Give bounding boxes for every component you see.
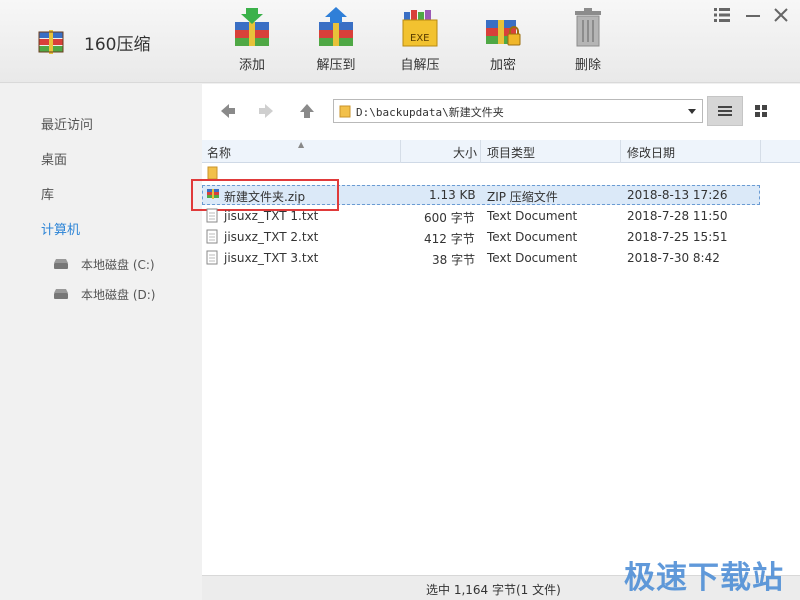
column-header: ▲ 名称 大小 项目类型 修改日期: [202, 140, 800, 163]
close-icon[interactable]: [772, 6, 792, 26]
delete-label: 删除: [574, 58, 601, 73]
minimize-icon[interactable]: [744, 6, 764, 26]
encrypt-button[interactable]: 加密: [473, 6, 533, 73]
arrow-right-icon: [259, 104, 273, 118]
arrow-up-icon: [300, 104, 314, 118]
column-divider[interactable]: [620, 140, 621, 163]
column-size[interactable]: 大小: [453, 144, 477, 161]
file-size: 1.13 KB: [429, 188, 476, 202]
menu-icon[interactable]: [713, 6, 733, 26]
arrow-left-icon: [221, 104, 235, 118]
grid-view-button[interactable]: [743, 96, 779, 126]
extract-icon: [319, 7, 353, 46]
toolbar: 160压缩 添加 解压到 EXE 自解压 加密 删除: [0, 0, 800, 83]
drive-c-label: 本地磁盘 (C:): [81, 257, 155, 272]
table-row[interactable]: jisuxz_TXT 1.txt 600 字节 Text Document 20…: [202, 206, 762, 226]
path-dropdown[interactable]: D:\backupdata\新建文件夹: [333, 99, 703, 123]
column-divider[interactable]: [480, 140, 481, 163]
exe-badge: EXE: [410, 33, 430, 44]
sidebar-item-recent[interactable]: 最近访问: [41, 114, 93, 133]
column-type[interactable]: 项目类型: [487, 144, 535, 161]
drive-icon: [54, 289, 68, 299]
table-row[interactable]: 新建文件夹.zip 1.13 KB ZIP 压缩文件 2018-8-13 17:…: [191, 179, 762, 211]
text-file-icon: [206, 208, 218, 226]
watermark: 极速下载站: [624, 560, 784, 596]
text-file-icon: [206, 250, 218, 268]
file-size: 412 字节: [424, 232, 475, 246]
encrypt-label: 加密: [489, 58, 516, 73]
text-file-icon: [206, 229, 218, 247]
file-name: jisuxz_TXT 1.txt: [224, 209, 319, 223]
delete-button[interactable]: 删除: [558, 6, 618, 73]
app-logo-icon: [36, 28, 66, 56]
file-type: ZIP 压缩文件: [487, 190, 558, 204]
self-extract-button[interactable]: EXE 自解压: [390, 6, 450, 73]
sidebar-item-library[interactable]: 库: [41, 184, 54, 203]
file-modified: 2018-7-30 8:42: [627, 251, 720, 265]
sidebar: 最近访问 桌面 库 计算机 本地磁盘 (C:) 本地磁盘 (D:): [0, 84, 202, 600]
path-value: D:\backupdata\新建文件夹: [356, 106, 504, 119]
sidebar-item-desktop[interactable]: 桌面: [41, 149, 67, 168]
sidebar-item-drive-c[interactable]: 本地磁盘 (C:): [53, 255, 155, 273]
column-divider[interactable]: [760, 140, 761, 163]
table-row[interactable]: jisuxz_TXT 3.txt 38 字节 Text Document 201…: [202, 248, 762, 268]
file-modified: 2018-7-28 11:50: [627, 209, 728, 223]
status-text: 选中 1,164 字节(1 文件): [426, 583, 561, 597]
list-view-icon: [718, 106, 732, 116]
up-button[interactable]: [298, 102, 316, 120]
file-type: Text Document: [487, 209, 578, 223]
file-name: jisuxz_TXT 2.txt: [224, 230, 319, 244]
drive-d-label: 本地磁盘 (D:): [81, 287, 156, 302]
sidebar-item-computer[interactable]: 计算机: [41, 219, 80, 238]
column-divider[interactable]: [400, 140, 401, 163]
app-title: 160压缩: [84, 35, 151, 55]
self-extract-label: 自解压: [400, 58, 440, 73]
add-archive-icon: [235, 8, 269, 46]
file-size: 600 字节: [424, 211, 475, 225]
table-row[interactable]: jisuxz_TXT 2.txt 412 字节 Text Document 20…: [202, 227, 762, 247]
extract-to-button[interactable]: 解压到: [306, 6, 366, 73]
column-name[interactable]: 名称: [207, 144, 231, 161]
file-modified: 2018-7-25 15:51: [627, 230, 728, 244]
forward-button[interactable]: [257, 102, 275, 120]
extract-to-label: 解压到: [316, 58, 356, 73]
sort-asc-icon: ▲: [298, 140, 305, 149]
column-modified[interactable]: 修改日期: [627, 144, 675, 161]
sidebar-item-drive-d[interactable]: 本地磁盘 (D:): [53, 285, 155, 303]
file-size: 38 字节: [432, 253, 476, 267]
file-type: Text Document: [487, 251, 578, 265]
add-label: 添加: [238, 58, 265, 73]
lock-icon: [486, 20, 521, 46]
list-view-button[interactable]: [707, 96, 743, 126]
trash-icon: [575, 8, 601, 47]
file-modified: 2018-8-13 17:26: [627, 188, 728, 202]
file-pane: D:\backupdata\新建文件夹 ▲ 名称 大小 项目类型 修改日期 新建…: [191, 84, 800, 575]
grid-view-icon: [755, 105, 767, 117]
back-button[interactable]: [219, 102, 237, 120]
folder-icon: [339, 105, 351, 121]
drive-icon: [54, 259, 68, 269]
add-button[interactable]: 添加: [222, 6, 282, 73]
file-name: jisuxz_TXT 3.txt: [224, 251, 319, 265]
file-type: Text Document: [487, 230, 578, 244]
chevron-down-icon[interactable]: [688, 109, 696, 114]
